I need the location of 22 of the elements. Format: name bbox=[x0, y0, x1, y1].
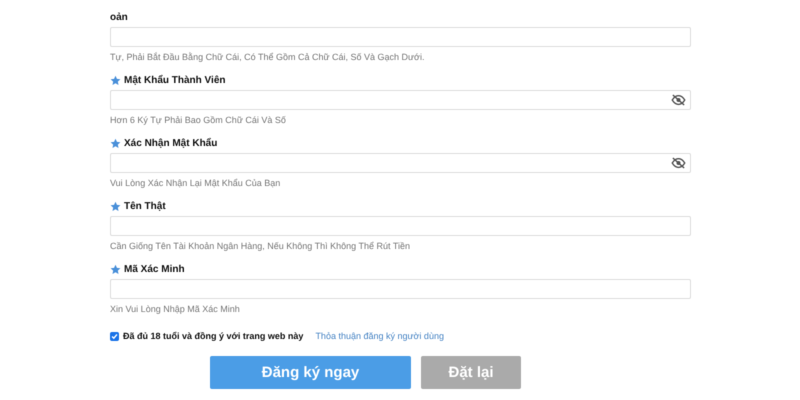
input-field[interactable] bbox=[110, 216, 691, 236]
field-hint: Xin Vui Lòng Nhập Mã Xác Minh bbox=[110, 304, 241, 314]
field-label: Mã Xác Minh bbox=[124, 264, 185, 274]
agree-checkbox[interactable] bbox=[110, 332, 119, 340]
field-hint: Vui Lòng Xác Nhận Lại Mật Khẩu Của Bạn bbox=[110, 178, 282, 188]
field-label: Xác Nhận Mật Khẩu bbox=[124, 138, 218, 148]
reset-button[interactable]: Đặt lại bbox=[421, 356, 521, 389]
field-label: oản bbox=[110, 12, 128, 22]
input-field[interactable] bbox=[110, 279, 691, 299]
hidden-eye-icon[interactable] bbox=[671, 94, 686, 106]
field-label: Mật Khẩu Thành Viên bbox=[124, 74, 226, 86]
terms-link[interactable]: Thỏa thuận đăng ký người dùng bbox=[315, 331, 444, 341]
hidden-eye-icon[interactable] bbox=[671, 157, 686, 169]
field-hint: Cần Giống Tên Tài Khoản Ngân Hàng, Nếu Không Thì Không Thể Rút Tiền bbox=[110, 241, 412, 251]
input-field[interactable] bbox=[110, 153, 691, 173]
agreement-label: Đã đủ 18 tuổi và đồng ý với trang web này bbox=[123, 331, 304, 341]
input-field[interactable] bbox=[110, 90, 691, 110]
input-field[interactable] bbox=[110, 27, 691, 47]
field-hint: Hơn 6 Ký Tự Phải Bao Gồm Chữ Cái Và Số bbox=[110, 115, 287, 125]
field-label: Tên Thật bbox=[124, 200, 166, 212]
field-hint: Tự, Phải Bắt Đầu Bằng Chữ Cái, Có Thể Gồm Cả Chữ Cái, Số Và Gạch Dưới. bbox=[110, 52, 426, 62]
register-button[interactable]: Đăng ký ngay bbox=[210, 356, 411, 389]
